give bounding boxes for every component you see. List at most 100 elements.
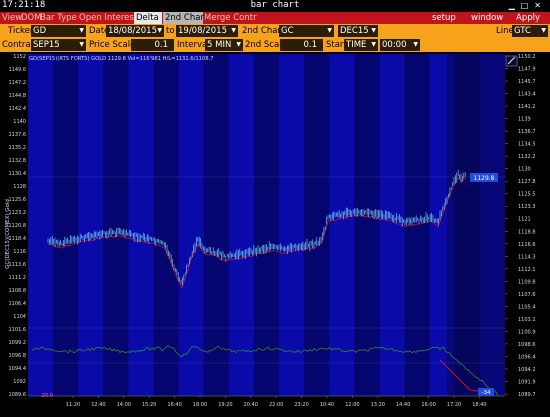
left-tick-label: 1116 xyxy=(13,249,26,255)
tab-delta[interactable]: Delta xyxy=(134,12,162,24)
start-time-select[interactable]: 00:00 ▼ xyxy=(380,39,420,51)
session-band xyxy=(103,54,129,396)
dropdown-arrow-icon: ▼ xyxy=(371,27,376,34)
x-tick-label: 22:00 xyxy=(269,402,283,408)
price-chart[interactable]: 1152 1149.6 1147.2 1144.8 1142.4 1140 1137.6 11… xyxy=(0,54,550,417)
x-tick-label: 12:00 xyxy=(345,402,359,408)
right-tick-label: 1125.5 xyxy=(518,192,536,198)
menu-bar: View DOM Bar Type Open Interest Delta 2n… xyxy=(0,12,550,24)
left-tick-label: 1096.8 xyxy=(9,353,27,359)
second-chart-value: GC xyxy=(281,26,294,36)
price-tag-value: 1129.8 xyxy=(474,175,495,182)
dropdown-arrow-icon: ▼ xyxy=(231,27,236,34)
menu-dom[interactable]: DOM xyxy=(21,12,42,24)
chart-area[interactable]: 1152 1149.6 1147.2 1144.8 1142.4 1140 1137.6 11… xyxy=(0,54,550,417)
x-tick-label: 10:40 xyxy=(320,402,334,408)
menu-merge-contr[interactable]: Merge Contr xyxy=(204,12,257,24)
interval-value: 5 MIN xyxy=(207,40,232,50)
session-band xyxy=(153,54,179,396)
menu-window[interactable]: window xyxy=(471,12,503,24)
right-tick-label: 1123.3 xyxy=(518,204,536,210)
x-tick-label: 14:00 xyxy=(117,402,131,408)
right-tick-label: 1147.9 xyxy=(518,67,536,73)
session-band xyxy=(53,54,79,396)
x-tick-label: 15:20 xyxy=(142,402,156,408)
left-tick-label: 1123.2 xyxy=(9,210,27,216)
price-scale-input[interactable]: 0.1 xyxy=(131,39,174,51)
session-band-overlay xyxy=(447,54,505,396)
left-tick-label: 1106.4 xyxy=(9,301,27,307)
left-tick-label: 1132.8 xyxy=(9,158,27,164)
left-tick-label: 1135.2 xyxy=(9,145,27,151)
session-band xyxy=(128,54,154,396)
right-tick-label: 1136.7 xyxy=(518,129,536,135)
dropdown-arrow-icon: ▼ xyxy=(79,27,84,34)
right-tick-label: 1103.1 xyxy=(518,317,536,323)
left-tick-label: 1149.6 xyxy=(9,67,27,73)
session-band xyxy=(304,54,330,396)
line-value: GTC xyxy=(514,26,531,36)
menu-setup[interactable]: setup xyxy=(432,12,456,24)
interval-select[interactable]: 5 MIN ▼ xyxy=(205,39,243,51)
right-tick-label: 1112.1 xyxy=(518,267,536,273)
date-to-label: to xyxy=(166,26,175,36)
session-bands xyxy=(28,54,505,396)
right-tick-label: 1141.2 xyxy=(518,104,536,110)
right-tick-label: 1100.9 xyxy=(518,329,536,335)
session-band xyxy=(279,54,305,396)
right-tick-label: 1150.2 xyxy=(518,54,536,60)
y-axis-title: GC(DEC15)(COMEX) Gold xyxy=(5,199,11,269)
right-tick-label: 1127.8 xyxy=(518,179,536,185)
pen-tool-icon[interactable] xyxy=(505,55,518,67)
session-band xyxy=(178,54,204,396)
second-chart-select[interactable]: GC ▼ xyxy=(279,25,334,37)
x-tick-label: 16:00 xyxy=(421,402,435,408)
dropdown-arrow-icon: ▼ xyxy=(413,41,418,48)
right-tick-label: 1089.7 xyxy=(518,392,536,398)
apply-button[interactable]: Apply xyxy=(516,12,540,24)
x-tick-label: 19:20 xyxy=(218,402,232,408)
right-tick-label: 1134.5 xyxy=(518,142,536,148)
right-tick-label: 1114.3 xyxy=(518,254,536,260)
left-tick-label: 1089.6 xyxy=(9,392,27,398)
minimize-icon[interactable]: ▁ xyxy=(509,1,521,10)
dropdown-arrow-icon: ▼ xyxy=(371,41,376,48)
contract-select[interactable]: SEP15 ▼ xyxy=(31,39,86,51)
date-to-field[interactable]: 19/08/2015 ▼ xyxy=(176,25,238,37)
tab-2nd-chart[interactable]: 2nd Chart xyxy=(163,12,207,24)
right-tick-label: 1105.4 xyxy=(518,304,536,310)
right-tick-label: 1121 xyxy=(518,217,531,223)
chart-header: GD(SEP15)(RTS FORTS) GOLD 1129.8 Vol=116… xyxy=(29,56,214,62)
left-tick-label: 1099.2 xyxy=(9,340,27,346)
session-band xyxy=(78,54,104,396)
right-tick-label: 1109.8 xyxy=(518,279,536,285)
control-bar: Ticker GD ▼ Date 18/08/2015 ▼ to 19/08/2… xyxy=(0,24,550,54)
title-bar: 17:21:18 bar chart ▁□✕ xyxy=(0,0,550,12)
left-tick-label: 1111.2 xyxy=(9,275,27,281)
x-tick-label: 13:20 xyxy=(371,402,385,408)
maximize-icon[interactable]: □ xyxy=(521,1,535,10)
session-band xyxy=(28,54,54,396)
date-from-field[interactable]: 18/08/2015 ▼ xyxy=(106,25,164,37)
session-band xyxy=(203,54,229,396)
ticker-label: Ticker xyxy=(8,26,34,36)
date-from-value: 18/08/2015 xyxy=(108,26,157,36)
oscillator-tag: -34 xyxy=(478,388,494,396)
menu-open-interest[interactable]: Open Interest xyxy=(79,12,137,24)
left-tick-label: 1140 xyxy=(13,119,26,125)
ticker-select[interactable]: GD ▼ xyxy=(31,25,86,37)
close-icon[interactable]: ✕ xyxy=(534,1,547,10)
left-tick-label: 1094.4 xyxy=(9,366,27,372)
start-type-select[interactable]: TIME ▼ xyxy=(344,39,378,51)
left-tick-label: 1101.6 xyxy=(9,327,27,333)
line-select[interactable]: GTC ▼ xyxy=(512,25,548,37)
menu-view[interactable]: View xyxy=(2,12,22,24)
second-scale-input[interactable]: 0.1 xyxy=(280,39,323,51)
x-tick-label: 16:40 xyxy=(167,402,181,408)
oscillator-left-label: -20.0 xyxy=(40,393,53,399)
x-tick-label: 18:40 xyxy=(472,402,486,408)
session-band xyxy=(329,54,355,396)
window-controls[interactable]: ▁□✕ xyxy=(509,1,547,10)
second-contract-select[interactable]: DEC15 ▼ xyxy=(338,25,378,37)
menu-bar-type[interactable]: Bar Type xyxy=(40,12,77,24)
